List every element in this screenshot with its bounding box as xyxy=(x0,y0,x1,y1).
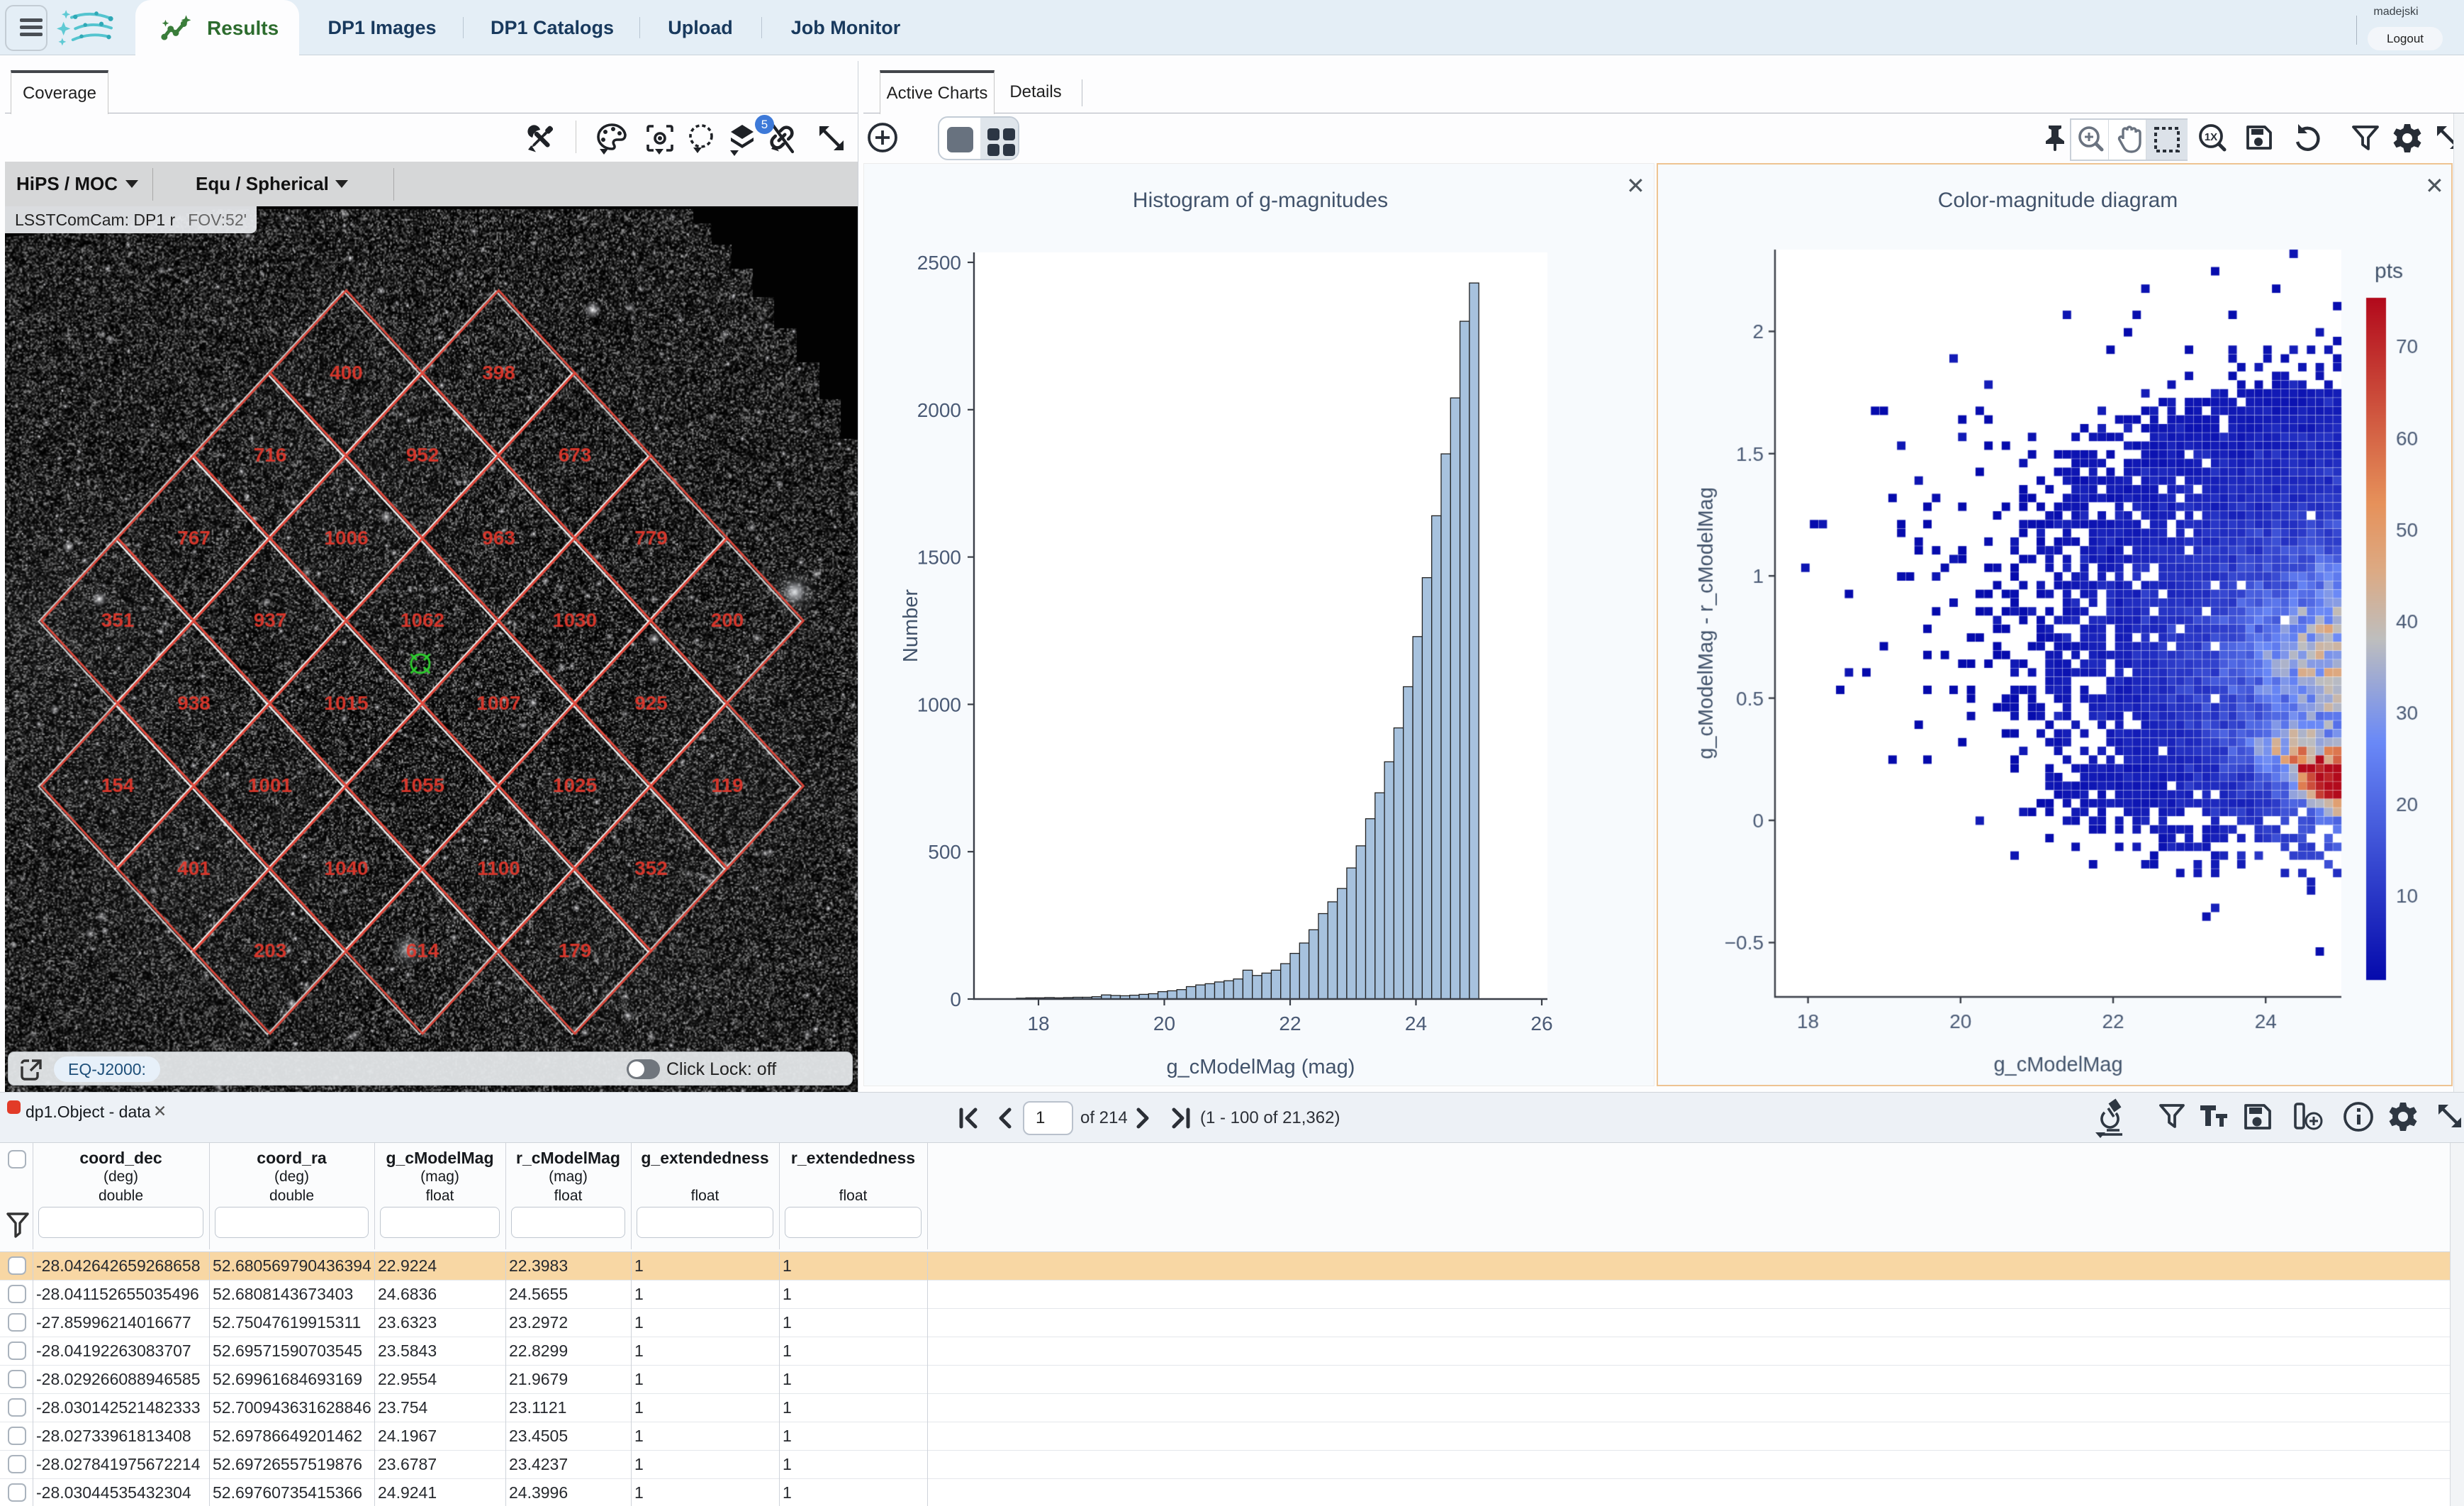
svg-text:1000: 1000 xyxy=(917,693,961,715)
svg-text:2500: 2500 xyxy=(917,252,961,274)
svg-text:18: 18 xyxy=(1027,1013,1049,1034)
svg-text:24: 24 xyxy=(1405,1013,1427,1034)
svg-text:26: 26 xyxy=(1530,1013,1552,1034)
svg-text:Number: Number xyxy=(900,589,922,662)
svg-text:20: 20 xyxy=(1153,1013,1175,1034)
svg-text:1X: 1X xyxy=(2205,131,2217,143)
svg-text:1500: 1500 xyxy=(917,547,961,569)
svg-text:g_cModelMag (mag): g_cModelMag (mag) xyxy=(1167,1056,1355,1078)
svg-text:500: 500 xyxy=(928,841,961,863)
svg-text:0: 0 xyxy=(950,988,961,1010)
svg-text:2000: 2000 xyxy=(917,399,961,421)
svg-text:22: 22 xyxy=(1279,1013,1301,1034)
